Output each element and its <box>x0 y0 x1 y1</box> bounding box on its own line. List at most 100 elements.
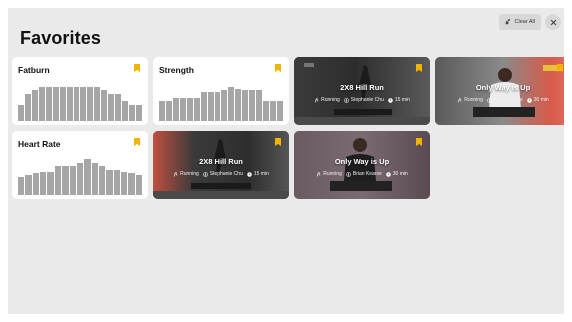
workout-instructor: Brian Kearse <box>493 97 523 103</box>
metric-bar <box>115 94 122 121</box>
metric-bar <box>73 86 80 121</box>
running-icon <box>173 171 178 177</box>
workout-meta: Running Brian Kearse 30 min <box>435 97 564 103</box>
workout-meta: Running Stephanie Chu 15 min <box>294 97 430 103</box>
metric-bar <box>31 90 38 121</box>
running-icon <box>316 171 321 177</box>
metric-card-strength[interactable]: Strength <box>153 57 289 125</box>
metric-bar <box>69 166 76 195</box>
workout-card[interactable]: Only Way is Up Running Brian Kearse 30 m… <box>294 131 430 199</box>
bookmark-icon[interactable] <box>416 64 422 72</box>
metric-bar <box>228 86 235 121</box>
metric-bar <box>108 94 115 121</box>
metric-card-label: Fatburn <box>18 65 50 75</box>
metric-bar <box>38 86 45 121</box>
workout-card[interactable]: Only Way is Up Running Brian Kearse 30 m… <box>435 57 564 125</box>
metric-bar <box>80 86 87 121</box>
metric-bar <box>159 101 165 121</box>
close-icon <box>550 13 557 31</box>
metric-bar <box>235 88 242 121</box>
metric-card-heart-rate[interactable]: Heart Rate <box>12 131 148 199</box>
broom-icon <box>505 18 512 27</box>
page-title: Favorites <box>20 28 101 48</box>
metric-bar <box>25 175 32 195</box>
bookmark-icon[interactable] <box>275 138 281 146</box>
metric-bar <box>52 86 59 121</box>
workout-instructor: Stephanie Chu <box>209 171 243 177</box>
workout-title: Only Way is Up <box>475 83 531 92</box>
metric-bar <box>129 104 135 121</box>
person-icon <box>202 171 208 177</box>
metric-bar <box>106 169 113 195</box>
metric-bar <box>249 90 256 121</box>
running-icon <box>457 97 462 103</box>
metric-bar <box>207 92 214 121</box>
metric-bar <box>98 166 106 195</box>
metric-bar <box>135 175 143 195</box>
metric-bar <box>59 86 66 121</box>
metric-bar <box>94 86 101 121</box>
workout-category: Running <box>464 97 483 103</box>
bookmark-icon[interactable] <box>557 64 563 72</box>
workout-duration: 15 min <box>394 97 410 103</box>
clock-icon <box>388 97 393 103</box>
close-button[interactable] <box>545 14 561 30</box>
metric-bar <box>221 90 228 121</box>
metric-bar <box>165 101 172 121</box>
workout-meta: Running Stephanie Chu 15 min <box>153 171 289 177</box>
metric-bar <box>186 97 193 121</box>
clear-all-button[interactable]: Clear All <box>498 14 541 30</box>
workout-category: Running <box>180 171 199 177</box>
metric-bars <box>18 159 143 195</box>
metric-bar <box>135 104 142 121</box>
metric-bar <box>276 101 283 121</box>
metric-bar <box>193 97 200 121</box>
metric-bar <box>113 169 121 195</box>
metric-bar <box>200 92 207 121</box>
metric-bar <box>47 171 54 195</box>
metric-bars <box>18 85 142 121</box>
metric-card-label: Strength <box>159 65 194 75</box>
metric-bar <box>172 97 179 121</box>
metric-bar <box>256 90 263 121</box>
clock-icon <box>386 171 391 177</box>
metric-bar <box>24 94 31 121</box>
running-icon <box>314 97 319 103</box>
workout-category: Running <box>323 171 342 177</box>
metric-bar <box>87 86 94 121</box>
metric-card-fatburn[interactable]: Fatburn <box>12 57 148 125</box>
bookmark-icon[interactable] <box>134 64 140 72</box>
bookmark-icon[interactable] <box>275 64 281 72</box>
metric-bar <box>45 86 52 121</box>
metric-bar <box>121 171 128 195</box>
favorites-screen: Favorites Clear All Fatburn Strength 2X8… <box>8 8 564 314</box>
person-icon <box>343 97 349 103</box>
metric-bar <box>242 90 249 121</box>
metric-bar <box>76 162 84 195</box>
workout-category: Running <box>321 97 340 103</box>
metric-bars <box>159 85 283 121</box>
metric-bar <box>18 104 24 121</box>
person-icon <box>345 171 351 177</box>
metric-bar <box>214 92 221 121</box>
clock-icon <box>527 97 532 103</box>
workout-title: Only Way is Up <box>334 157 390 166</box>
metric-bar <box>40 171 47 195</box>
metric-bar <box>32 173 40 195</box>
metric-bar <box>128 173 135 195</box>
workout-instructor: Stephanie Chu <box>350 97 384 103</box>
workout-duration: 30 min <box>392 171 408 177</box>
bookmark-icon[interactable] <box>416 138 422 146</box>
metric-bar <box>263 101 269 121</box>
workout-title: 2X8 Hill Run <box>340 83 384 92</box>
metric-bar <box>270 101 276 121</box>
metric-bar <box>18 177 25 195</box>
metric-bar <box>84 159 91 195</box>
bookmark-icon[interactable] <box>134 138 140 146</box>
metric-bar <box>62 166 69 195</box>
metric-card-label: Heart Rate <box>18 139 61 149</box>
metric-bar <box>122 101 128 121</box>
workout-duration: 30 min <box>533 97 549 103</box>
workout-card[interactable]: 2X8 Hill Run Running Stephanie Chu 15 mi… <box>294 57 430 125</box>
workout-card[interactable]: 2X8 Hill Run Running Stephanie Chu 15 mi… <box>153 131 289 199</box>
